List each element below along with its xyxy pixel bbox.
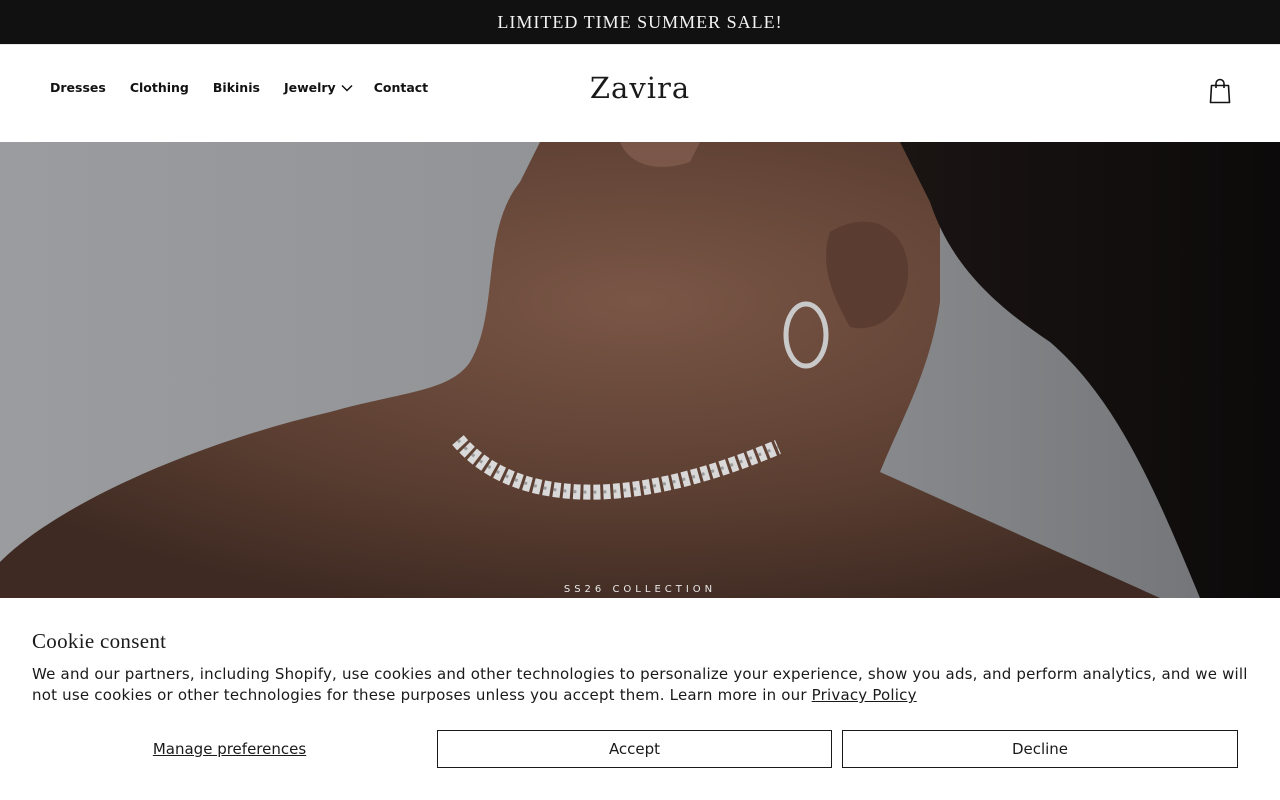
shopping-bag-icon[interactable] xyxy=(1208,78,1232,104)
cookie-title: Cookie consent xyxy=(32,629,167,653)
privacy-policy-link[interactable]: Privacy Policy xyxy=(812,686,917,704)
announcement-text: LIMITED TIME SUMMER SALE! xyxy=(497,11,783,32)
decline-button[interactable]: Decline xyxy=(842,730,1238,768)
site-header: Dresses Clothing Bikinis Jewelry Contact… xyxy=(0,44,1280,142)
site-logo[interactable]: Zavira xyxy=(0,71,1280,105)
cookie-body-text: We and our partners, including Shopify, … xyxy=(32,665,1248,704)
hero-eyebrow: SS26 COLLECTION xyxy=(563,584,717,595)
announcement-bar: LIMITED TIME SUMMER SALE! xyxy=(0,0,1280,44)
hero-image xyxy=(0,142,1280,598)
cookie-body: We and our partners, including Shopify, … xyxy=(32,664,1252,706)
manage-preferences-button[interactable]: Manage preferences xyxy=(32,730,427,768)
cookie-consent-banner: Cookie consent We and our partners, incl… xyxy=(0,598,1280,800)
accept-button[interactable]: Accept xyxy=(437,730,832,768)
hero-banner[interactable]: SS26 COLLECTION xyxy=(0,142,1280,598)
